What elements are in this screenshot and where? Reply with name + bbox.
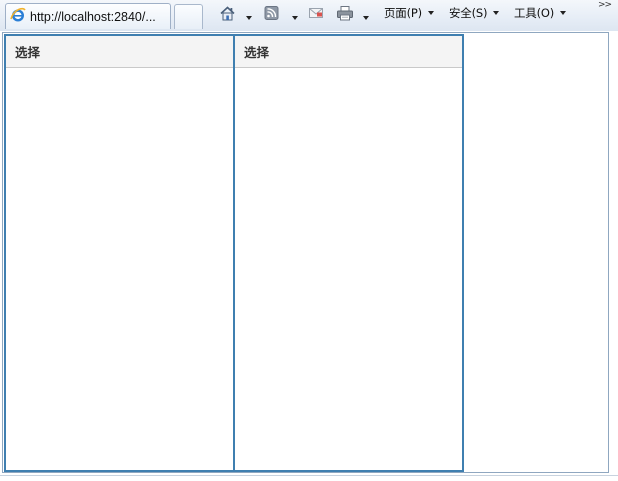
mail-icon — [308, 5, 325, 21]
tools-menu-label: 工具(O) — [514, 6, 555, 20]
feeds-dropdown[interactable] — [292, 8, 298, 28]
grid-header[interactable]: 选择 — [235, 36, 462, 68]
browser-tab[interactable]: http://localhost:2840/... — [5, 3, 171, 29]
tools-menu[interactable]: 工具(O) — [514, 3, 567, 23]
ie-page-icon — [10, 7, 26, 26]
print-icon — [336, 5, 354, 22]
chevron-down-icon — [493, 11, 500, 15]
status-divider — [0, 475, 618, 476]
page-menu[interactable]: 页面(P) — [384, 3, 434, 23]
new-tab-button[interactable] — [174, 4, 203, 29]
print-dropdown[interactable] — [363, 8, 369, 28]
grid-header-label: 选择 — [15, 45, 41, 60]
home-button[interactable] — [219, 3, 236, 23]
chevron-down-icon — [292, 16, 298, 20]
tab-title: http://localhost:2840/... — [30, 9, 156, 24]
mail-button[interactable] — [308, 3, 325, 23]
chevron-down-icon — [246, 16, 252, 20]
feeds-button[interactable] — [264, 3, 280, 23]
print-button[interactable] — [336, 3, 354, 23]
chevron-down-icon — [427, 11, 434, 15]
toolbar-overflow-button[interactable]: >> — [598, 0, 612, 10]
right-selection-grid: 选择 — [233, 34, 464, 472]
safety-menu-label: 安全(S) — [449, 6, 488, 20]
home-icon — [219, 5, 236, 22]
home-dropdown[interactable] — [246, 8, 252, 28]
browser-command-bar: http://localhost:2840/... 页面(P) 安全(S) 工具… — [0, 0, 618, 31]
chevron-down-icon — [363, 16, 369, 20]
left-selection-grid: 选择 — [4, 34, 235, 472]
page-menu-label: 页面(P) — [384, 6, 422, 20]
safety-menu[interactable]: 安全(S) — [449, 3, 500, 23]
grid-header[interactable]: 选择 — [6, 36, 233, 68]
grid-header-label: 选择 — [244, 45, 270, 60]
chevron-down-icon — [560, 11, 567, 15]
feeds-icon — [264, 5, 280, 21]
page-content-frame: 选择 选择 — [2, 32, 609, 473]
